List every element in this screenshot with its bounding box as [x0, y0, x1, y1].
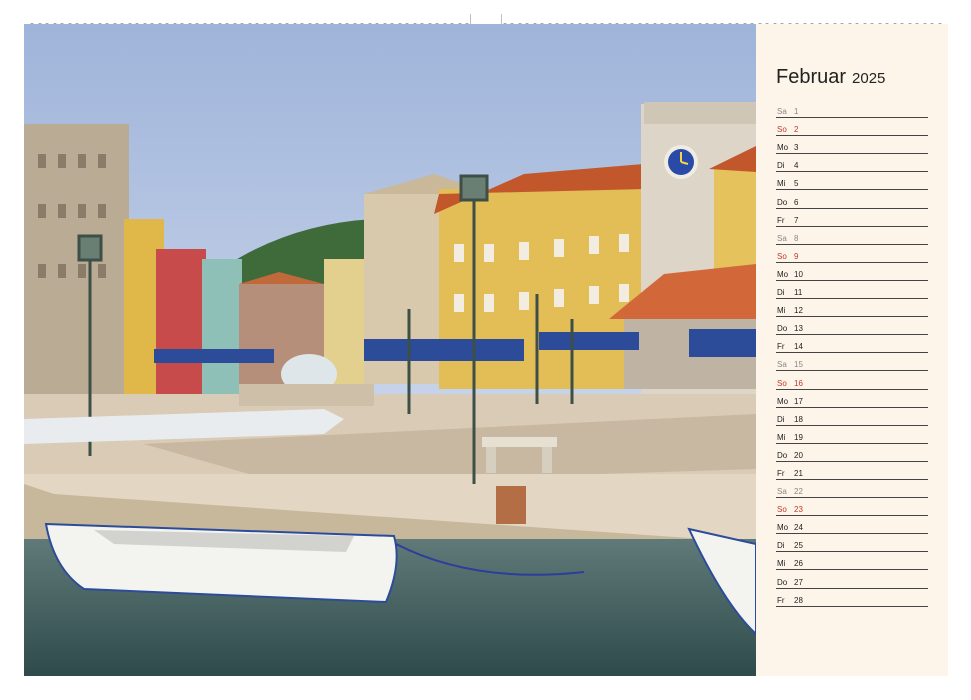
weekday-label: Fr — [777, 215, 785, 225]
calendar-day-row: Mi 26 — [776, 552, 928, 571]
day-number: 17 — [794, 396, 803, 406]
day-number: 21 — [794, 468, 803, 478]
calendar-day-row: Di 11 — [776, 281, 928, 300]
weekday-label: Sa — [777, 233, 787, 243]
day-number: 27 — [794, 577, 803, 587]
day-number: 16 — [794, 378, 803, 388]
day-number: 22 — [794, 487, 803, 497]
month-title: Februar 2025 — [776, 66, 885, 89]
calendar-day-row: So 16 — [776, 371, 928, 390]
calendar-day-row: Do 13 — [776, 317, 928, 336]
day-list: Sa 1 So 2 Mo 3 Di 4 Mi 5 Do 6 Fr 7 Sa 8 So 9 Mo 10 Di 11 Mi 12 D… — [776, 100, 928, 607]
calendar-day-row: Do 6 — [776, 190, 928, 209]
calendar-day-row: Mo 10 — [776, 263, 928, 281]
weekday-label: Di — [777, 288, 785, 298]
calendar-day-row: Sa 8 — [776, 227, 928, 245]
weekday-label: Do — [777, 450, 788, 460]
day-number: 12 — [794, 306, 803, 316]
calendar-day-row: Sa 15 — [776, 353, 928, 372]
weekday-label: Mi — [777, 306, 786, 316]
calendar-day-row: Mi 19 — [776, 426, 928, 444]
day-number: 23 — [794, 505, 803, 515]
day-number: 6 — [794, 197, 799, 207]
day-number: 4 — [794, 161, 799, 171]
weekday-label: Sa — [777, 360, 787, 370]
harbour-photo — [24, 24, 756, 676]
day-number: 18 — [794, 414, 803, 424]
weekday-label: So — [777, 251, 787, 261]
weekday-label: So — [777, 125, 787, 135]
calendar-day-row: Fr 14 — [776, 335, 928, 354]
weekday-label: Sa — [777, 107, 787, 117]
weekday-label: Mo — [777, 269, 789, 279]
calendar-day-row: Do 20 — [776, 444, 928, 462]
calendar-day-row: Fr 28 — [776, 589, 928, 607]
weekday-label: Do — [777, 577, 788, 587]
calendar-day-row: So 23 — [776, 498, 928, 517]
weekday-label: Mo — [777, 396, 789, 406]
day-number: 1 — [794, 107, 799, 117]
day-number: 8 — [794, 233, 799, 243]
day-number: 26 — [794, 559, 803, 569]
weekday-label: So — [777, 505, 787, 515]
calendar-day-row: Di 18 — [776, 408, 928, 426]
calendar-day-row: Mo 3 — [776, 136, 928, 155]
weekday-label: Do — [777, 197, 788, 207]
weekday-label: Do — [777, 324, 788, 334]
weekday-label: Di — [777, 414, 785, 424]
calendar-day-row: Sa 22 — [776, 480, 928, 499]
calendar-day-row: Sa 1 — [776, 100, 928, 119]
calendar-panel: Februar 2025 Sa 1 So 2 Mo 3 Di 4 Mi 5 Do 6 Fr 7 Sa 8 So 9 M… — [756, 24, 948, 676]
day-number: 25 — [794, 541, 803, 551]
calendar-day-row: Mi 5 — [776, 172, 928, 191]
calendar-day-row: Do 27 — [776, 570, 928, 589]
calendar-day-row: Fr 7 — [776, 209, 928, 227]
calendar-day-row: Di 4 — [776, 154, 928, 173]
day-number: 15 — [794, 360, 803, 370]
day-number: 28 — [794, 595, 803, 605]
day-number: 10 — [794, 269, 803, 279]
weekday-label: Mo — [777, 523, 789, 533]
weekday-label: Fr — [777, 595, 785, 605]
calendar-day-row: So 2 — [776, 118, 928, 137]
month-year: 2025 — [852, 70, 886, 87]
weekday-label: Di — [777, 161, 785, 171]
day-number: 19 — [794, 432, 803, 442]
calendar-day-row: Mi 12 — [776, 299, 928, 318]
weekday-label: Mi — [777, 559, 786, 569]
weekday-label: Mo — [777, 143, 789, 153]
day-number: 7 — [794, 215, 799, 225]
weekday-label: Fr — [777, 468, 785, 478]
weekday-label: Mi — [777, 432, 786, 442]
day-number: 24 — [794, 523, 803, 533]
calendar-day-row: Fr 21 — [776, 462, 928, 480]
calendar-day-row: Mo 24 — [776, 516, 928, 535]
weekday-label: Mi — [777, 179, 786, 189]
weekday-label: Di — [777, 541, 785, 551]
day-number: 11 — [794, 288, 803, 298]
day-number: 13 — [794, 324, 803, 334]
day-number: 2 — [794, 125, 799, 135]
day-number: 5 — [794, 179, 799, 189]
day-number: 14 — [794, 342, 803, 352]
weekday-label: Sa — [777, 487, 787, 497]
weekday-label: Fr — [777, 342, 785, 352]
calendar-day-row: So 9 — [776, 245, 928, 263]
day-number: 20 — [794, 450, 803, 460]
weekday-label: So — [777, 378, 787, 388]
day-number: 3 — [794, 143, 799, 153]
month-name: Februar — [776, 66, 847, 88]
calendar-day-row: Di 25 — [776, 534, 928, 553]
day-number: 9 — [794, 251, 799, 261]
calendar-day-row: Mo 17 — [776, 390, 928, 408]
